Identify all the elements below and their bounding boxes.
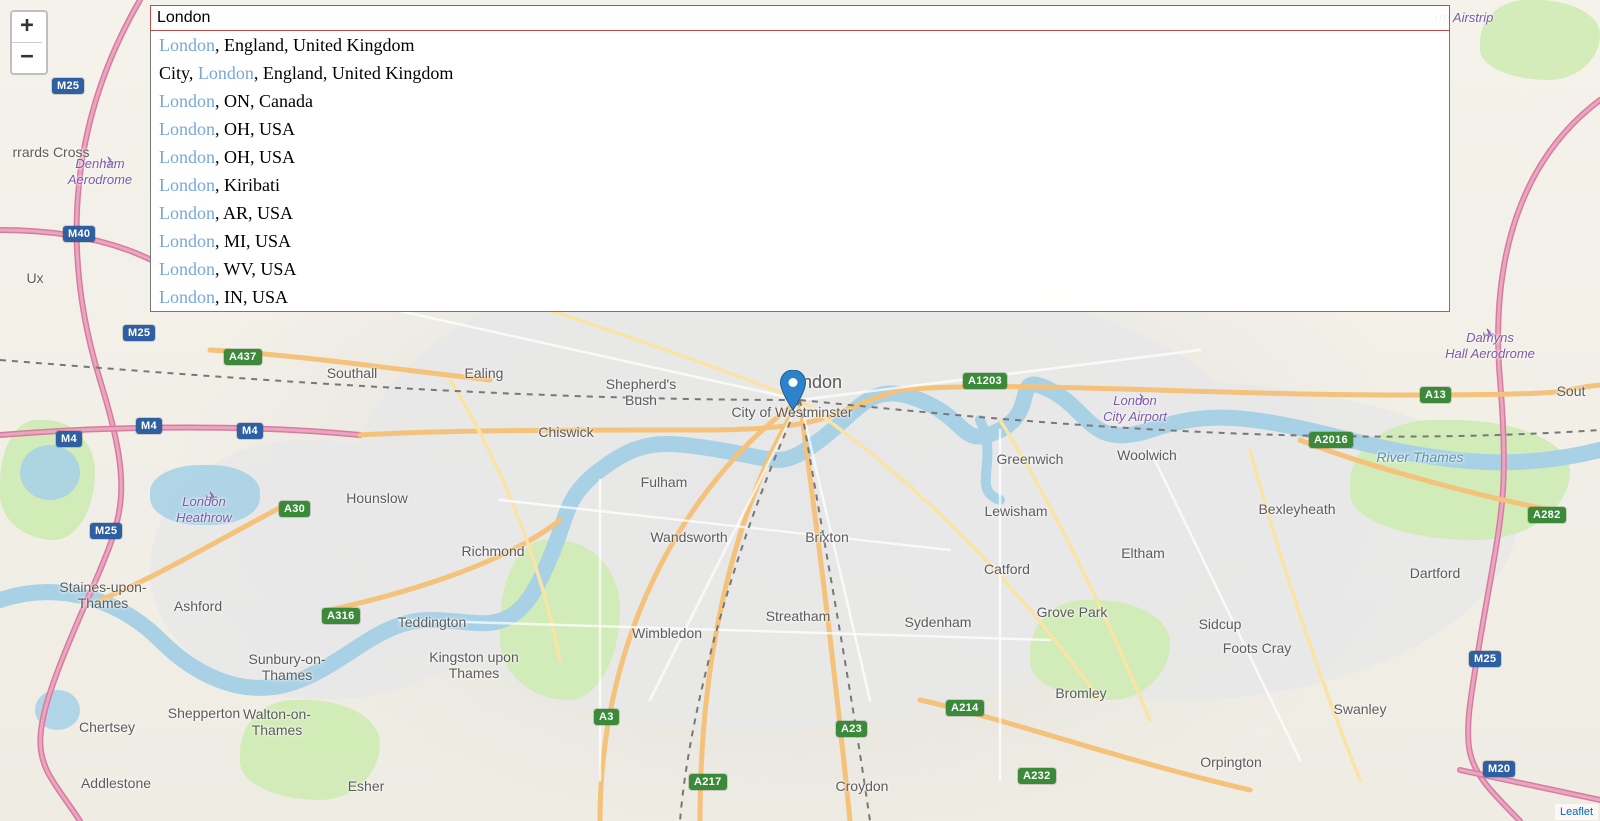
zoom-in-button[interactable]: +	[12, 12, 42, 42]
map-canvas[interactable]: ✈ ✈ ✈ ✈ LondonCity of WestminsterGreenwi…	[0, 0, 1600, 821]
autocomplete-match: London	[159, 119, 215, 139]
autocomplete-match: London	[198, 63, 254, 83]
zoom-control: + −	[10, 10, 48, 75]
road-shield-a437: A437	[224, 349, 262, 365]
reservoir-1	[20, 445, 80, 500]
autocomplete-match: London	[159, 259, 215, 279]
airplane-icon: ✈	[1135, 390, 1148, 410]
autocomplete-rest: , Kiribati	[215, 175, 280, 195]
autocomplete-match: London	[159, 91, 215, 111]
park-ne	[1480, 0, 1600, 80]
autocomplete-prefix: City,	[159, 63, 198, 83]
map-marker[interactable]	[780, 370, 806, 410]
autocomplete-item[interactable]: London, MI, USA	[151, 227, 1449, 255]
autocomplete-item[interactable]: London, WV, USA	[151, 255, 1449, 283]
road-shield-a282: A282	[1528, 507, 1566, 523]
airplane-icon: ✈	[1482, 325, 1495, 345]
autocomplete-match: London	[159, 203, 215, 223]
road-shield-m25_3: M25	[90, 523, 122, 539]
road-shield-a13: A13	[1420, 387, 1451, 403]
road-shield-m20: M20	[1483, 761, 1515, 777]
autocomplete-item[interactable]: City, London, England, United Kingdom	[151, 59, 1449, 87]
autocomplete-rest: , England, United Kingdom	[215, 35, 414, 55]
autocomplete-item[interactable]: London, OH, USA	[151, 115, 1449, 143]
airplane-icon: ✈	[103, 153, 116, 173]
autocomplete-rest: , OH, USA	[215, 119, 295, 139]
road-shield-m25_1: M25	[52, 78, 84, 94]
autocomplete-rest: , MI, USA	[215, 231, 291, 251]
autocomplete-rest: , England, United Kingdom	[254, 63, 453, 83]
autocomplete-rest: , OH, USA	[215, 147, 295, 167]
autocomplete-match: London	[159, 231, 215, 251]
road-shield-a3: A3	[594, 709, 619, 725]
road-shield-a316: A316	[322, 608, 360, 624]
search-container: London, England, United KingdomCity, Lon…	[150, 5, 1450, 312]
autocomplete-item[interactable]: London, Kiribati	[151, 171, 1449, 199]
location-search-input[interactable]	[150, 5, 1450, 31]
park-richmond	[500, 540, 620, 700]
road-shield-a217: A217	[689, 774, 727, 790]
autocomplete-item[interactable]: London, AR, USA	[151, 199, 1449, 227]
road-shield-m4_1: M4	[56, 431, 82, 447]
autocomplete-match: London	[159, 35, 215, 55]
autocomplete-match: London	[159, 147, 215, 167]
road-shield-a2016: A2016	[1309, 432, 1353, 448]
road-shield-m25_4: M25	[1469, 651, 1501, 667]
road-shield-m25_2: M25	[123, 325, 155, 341]
park-sw2	[240, 700, 380, 800]
autocomplete-rest: , AR, USA	[215, 203, 293, 223]
autocomplete-item[interactable]: London, ON, Canada	[151, 87, 1449, 115]
autocomplete-match: London	[159, 287, 215, 307]
road-shield-a214: A214	[946, 700, 984, 716]
road-shield-a23: A23	[836, 721, 867, 737]
attribution-link[interactable]: Leaflet	[1555, 804, 1598, 820]
autocomplete-dropdown: London, England, United KingdomCity, Lon…	[150, 30, 1450, 312]
park-se	[1030, 600, 1170, 700]
road-shield-a1203: A1203	[963, 373, 1007, 389]
road-shield-m4_2: M4	[136, 418, 162, 434]
airplane-icon: ✈	[205, 488, 218, 508]
road-shield-m40: M40	[63, 226, 95, 242]
zoom-out-button[interactable]: −	[12, 42, 42, 73]
autocomplete-item[interactable]: London, IN, USA	[151, 283, 1449, 311]
road-shield-a232: A232	[1018, 768, 1056, 784]
autocomplete-rest: , ON, Canada	[215, 91, 313, 111]
autocomplete-item[interactable]: London, OH, USA	[151, 143, 1449, 171]
autocomplete-rest: , IN, USA	[215, 287, 288, 307]
autocomplete-match: London	[159, 175, 215, 195]
autocomplete-rest: , WV, USA	[215, 259, 296, 279]
road-shield-m4_3: M4	[237, 423, 263, 439]
autocomplete-item[interactable]: London, England, United Kingdom	[151, 31, 1449, 59]
reservoir-3	[35, 690, 80, 730]
road-shield-a30: A30	[279, 501, 310, 517]
